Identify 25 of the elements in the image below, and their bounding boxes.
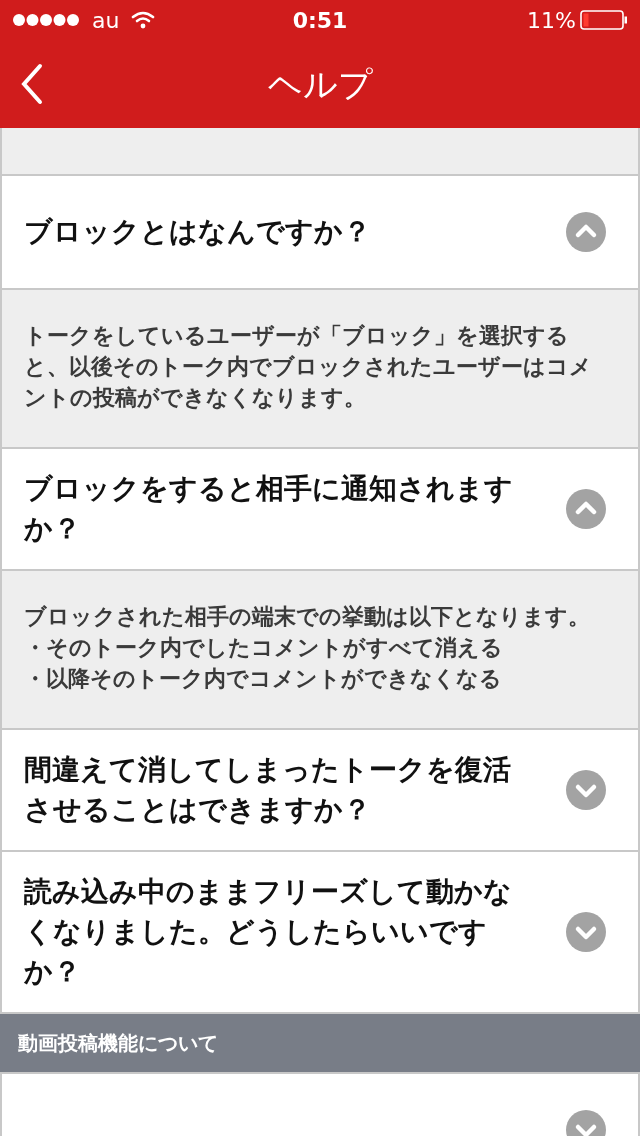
screen-title: ヘルプ [267,62,373,106]
signal-icon [12,13,80,27]
battery-percent: 11% [527,6,576,35]
chevron-down-icon [566,770,606,810]
faq-question-row[interactable]: ブロックをすると相手に通知されますか？ [0,449,640,571]
answer-text: ・そのトーク内でしたコメントがすべて消える [24,634,504,662]
battery-icon [580,10,628,30]
wifi-icon [131,11,156,29]
chevron-up-icon [566,489,606,529]
answer-text: トークをしているユーザーが「ブロック」を選択すると、以後そのトーク内でブロックされたユーザーはコメントの投稿ができなくなります。 [24,322,593,412]
status-time: 0:51 [292,6,348,35]
question-text: 間違えて消してしまったトークを復活させることはできますか？ [24,752,512,828]
back-icon [20,63,44,105]
carrier-label: au [92,6,120,35]
question-text: 読み込み中のままフリーズして動かなくなりました。どうしたらいいですか？ [24,874,513,990]
faq-question-row[interactable]: ブロックとはなんですか？ [0,176,640,290]
chevron-up-icon [566,212,606,252]
answer-text: ・以降そのトーク内でコメントができなくなる [24,665,503,693]
question-text: ブロックをすると相手に通知されますか？ [24,471,514,547]
section-header: 動画投稿機能について [0,1014,640,1074]
question-text: ブロックとはなんですか？ [24,214,372,250]
faq-question-row[interactable]: 間違えて消してしまったトークを復活させることはできますか？ [0,730,640,852]
chevron-down-icon [566,912,606,952]
answer-text: ブロックされた相手の端末での挙動は以下となります。 [24,603,591,631]
faq-question-row[interactable]: 読み込み中のままフリーズして動かなくなりました。どうしたらいいですか？ [0,852,640,1014]
